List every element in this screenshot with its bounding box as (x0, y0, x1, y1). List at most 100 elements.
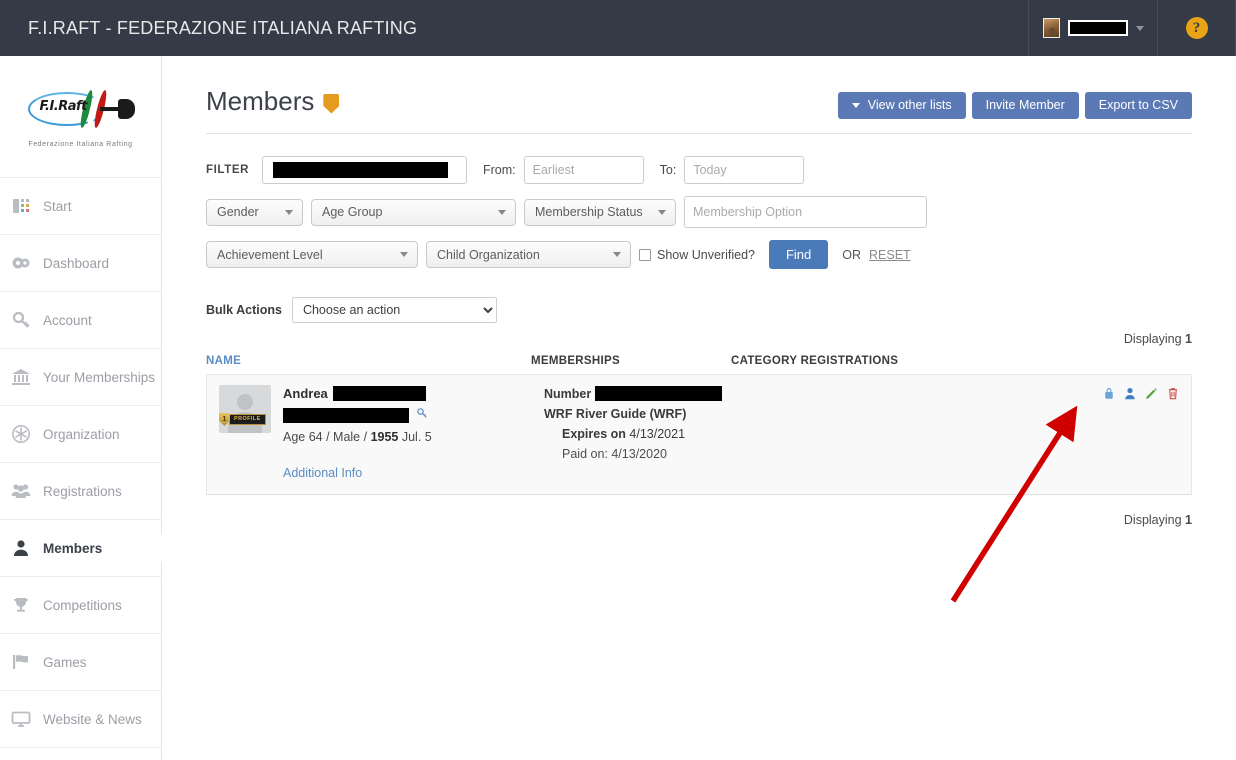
flag-icon (11, 652, 31, 672)
column-header-name[interactable]: NAME (206, 355, 531, 367)
invite-member-button[interactable]: Invite Member (971, 92, 1079, 119)
membership-number-redacted (595, 386, 723, 401)
trash-icon[interactable] (1167, 387, 1179, 400)
table-header-row: NAME MEMBERSHIPS CATEGORY REGISTRATIONS (206, 352, 1192, 374)
displaying-count: 1 (1185, 332, 1192, 346)
child-organization-select[interactable]: Child Organization (426, 241, 631, 268)
gender-select[interactable]: Gender (206, 198, 303, 226)
page-header: Members View other lists Invite Member E… (162, 56, 1236, 119)
to-date-input[interactable]: Today (684, 156, 805, 184)
chevron-down-icon (613, 252, 621, 257)
sidebar-item-your-memberships[interactable]: Your Memberships (0, 349, 161, 406)
member-last-name-redacted (332, 386, 426, 401)
bank-icon (11, 367, 31, 387)
displaying-prefix: Displaying (1123, 332, 1182, 346)
search-input[interactable] (262, 156, 467, 184)
expires-date: 4/13/2021 (629, 427, 686, 441)
membership-number: Number (544, 386, 744, 401)
displaying-prefix: Displaying (1123, 513, 1182, 527)
sidebar-item-dashboard[interactable]: Dashboard (0, 235, 161, 292)
from-label: From: (483, 163, 516, 177)
main-content: Members View other lists Invite Member E… (162, 56, 1236, 760)
membership-status-select[interactable]: Membership Status (524, 198, 676, 226)
sidebar-item-competitions[interactable]: Competitions (0, 577, 161, 634)
filter-label: FILTER (206, 164, 249, 176)
help-question-icon: ? (1185, 17, 1208, 39)
reset-link[interactable]: RESET (869, 248, 911, 262)
sidebar-item-website-news[interactable]: Website & News (0, 691, 161, 748)
column-header-category-registrations: CATEGORY REGISTRATIONS (731, 355, 899, 367)
button-label: Export to CSV (1098, 98, 1178, 112)
table-row: 1 PROFILE Andrea Age 64 / Male / 1955 Ju… (206, 374, 1192, 495)
from-date-input[interactable]: Earliest (523, 156, 644, 184)
sidebar-item-label: Competitions (43, 597, 122, 613)
bulk-actions: Bulk Actions Choose an action (162, 281, 1236, 323)
expires-label: Expires on (562, 427, 626, 441)
person-icon[interactable] (1124, 387, 1136, 400)
user-name-redacted (1067, 20, 1128, 36)
member-meta-suffix: Jul. 5 (401, 430, 432, 444)
sidebar-item-label: Website & News (43, 711, 142, 727)
sidebar-item-registrations[interactable]: Registrations (0, 463, 161, 520)
chevron-down-icon (285, 209, 293, 215)
paid-label: Paid on: (562, 447, 608, 461)
sidebar-item-label: Start (43, 198, 72, 214)
additional-info-link[interactable]: Additional Info (283, 466, 544, 480)
sidebar-item-label: Account (43, 312, 92, 328)
lock-icon[interactable] (1103, 387, 1115, 400)
profile-badge-label: PROFILE (229, 413, 266, 426)
view-other-lists-button[interactable]: View other lists (837, 92, 966, 119)
page-title-text: Members (206, 86, 315, 116)
app-title: F.I.RAFT - FEDERAZIONE ITALIANA RAFTING (28, 17, 418, 38)
people-icon (11, 481, 31, 501)
members-table: Displaying 1 NAME MEMBERSHIPS CATEGORY R… (162, 323, 1236, 533)
sidebar-item-members[interactable]: Members (0, 520, 161, 577)
logo-mark-icon: F.I.Raft (26, 86, 136, 132)
sidebar-item-label: Organization (43, 426, 120, 442)
sidebar-item-label: Dashboard (43, 255, 110, 271)
member-secondary-redacted (283, 407, 409, 423)
user-thumbnail-icon (1042, 18, 1060, 38)
name-column: Andrea Age 64 / Male / 1955 Jul. 5 Addit… (283, 385, 544, 480)
page-actions: View other lists Invite Member Export to… (837, 86, 1192, 119)
bulk-actions-select[interactable]: Choose an action (291, 297, 497, 323)
grid-icon (11, 196, 31, 216)
logo-subtitle: Federazione Italiana Rafting (28, 140, 133, 148)
profile-badge[interactable]: 1 PROFILE (219, 413, 266, 426)
show-unverified-checkbox[interactable]: Show Unverified? (639, 248, 755, 262)
asterisk-icon (11, 424, 31, 444)
filter-panel: FILTER From: Earliest To: Today Gender A… (162, 134, 1236, 269)
membership-paid: Paid on: 4/13/2020 (544, 447, 744, 461)
or-label: OR (842, 247, 862, 262)
child-organization-select-label: Child Organization (437, 247, 540, 262)
chevron-down-icon (1135, 25, 1144, 31)
shield-icon (323, 93, 340, 114)
sidebar-item-games[interactable]: Games (0, 634, 161, 691)
sidebar-item-organization[interactable]: Organization (0, 406, 161, 463)
age-group-select[interactable]: Age Group (311, 198, 516, 226)
show-unverified-label: Show Unverified? (657, 247, 755, 262)
membership-option-input[interactable]: Membership Option (684, 196, 927, 228)
sidebar-item-account[interactable]: Account (0, 292, 161, 349)
export-to-csv-button[interactable]: Export to CSV (1084, 92, 1192, 119)
achievement-level-select[interactable]: Achievement Level (206, 241, 418, 268)
to-label: To: (659, 163, 677, 177)
person-icon (11, 538, 31, 558)
key-icon (11, 310, 31, 330)
trophy-icon (11, 595, 31, 615)
button-label: Invite Member (985, 98, 1065, 112)
membership-expires: Expires on 4/13/2021 (544, 427, 744, 441)
help-button[interactable]: ? (1158, 0, 1236, 56)
user-menu[interactable] (1028, 0, 1158, 56)
find-button[interactable]: Find (768, 240, 829, 269)
pencil-icon[interactable] (1145, 387, 1158, 400)
member-secondary-line (283, 406, 544, 424)
search-value-redacted (273, 162, 448, 178)
gauge-icon (11, 253, 31, 273)
key-search-icon[interactable] (416, 406, 428, 424)
sidebar-item-start[interactable]: Start (0, 178, 161, 235)
brand-logo[interactable]: F.I.Raft Federazione Italiana Rafting (0, 56, 161, 178)
top-bar: F.I.RAFT - FEDERAZIONE ITALIANA RAFTING … (0, 0, 1236, 56)
cell-name: 1 PROFILE Andrea Age 64 / Male / 1955 Ju… (219, 385, 544, 480)
member-meta: Age 64 / Male / 1955 Jul. 5 (283, 430, 544, 444)
